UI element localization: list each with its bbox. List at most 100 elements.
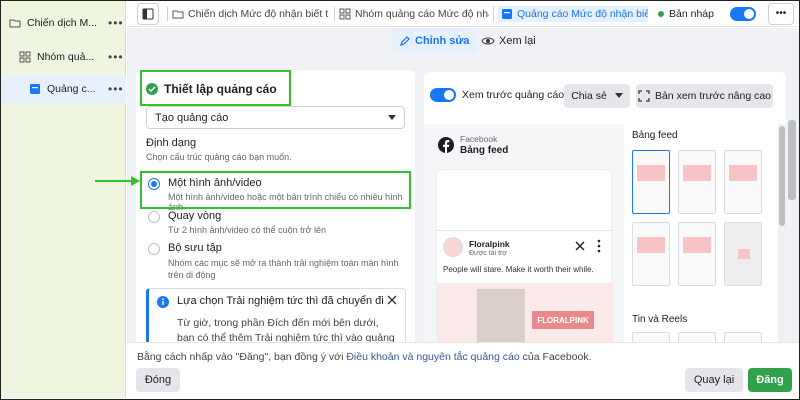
placement-thumb-2[interactable] — [678, 150, 716, 214]
nav-item-label: Quảng c... — [47, 83, 96, 95]
preview-canvas: Facebook Bảng feed Floralpink Được tài t… — [424, 124, 624, 342]
placement-thumb-5[interactable] — [678, 222, 716, 286]
breadcrumb-label: Nhóm quảng cáo Mức độ nhậ — [355, 7, 489, 20]
option-title: Bộ sưu tập — [168, 242, 222, 254]
terms-link[interactable]: Điều khoản và nguyên tắc quảng cáo — [346, 351, 519, 363]
creative-source-select[interactable]: Tạo quảng cáo — [146, 106, 405, 129]
format-option-carousel[interactable]: Quay vòng Từ 2 hình ảnh/video có thể cuộ… — [148, 210, 406, 235]
tab-edit[interactable]: Chỉnh sửa — [391, 29, 478, 53]
share-label: Chia sẻ — [571, 90, 607, 102]
feed-heading: Bảng feed — [632, 130, 678, 141]
tab-review[interactable]: Xem lại — [473, 29, 544, 53]
advanced-label: Bản xem trước nâng cao — [654, 90, 772, 102]
placement-thumb-1[interactable] — [632, 150, 670, 214]
breadcrumb-label: Chiến dịch Mức độ nhận biết t — [188, 7, 329, 20]
campaign-tree: Chiến dịch M... ••• Nhóm quả... ••• Quản… — [1, 1, 126, 398]
consent-text: Bằng cách nhấp vào "Đăng", bạn đồng ý vớ… — [137, 351, 592, 363]
scrollbar[interactable] — [778, 124, 786, 342]
notice-body: Từ giờ, trong phần Đích đến mới bên dưới… — [177, 317, 395, 344]
reels-thumb-3[interactable] — [724, 332, 762, 342]
more-vertical-icon[interactable] — [597, 239, 601, 253]
consent-prefix: Bằng cách nhấp vào "Đăng", bạn đồng ý vớ… — [137, 351, 347, 363]
expand-icon — [638, 90, 650, 102]
placement-header: Facebook Bảng feed — [438, 134, 508, 156]
ad-icon — [30, 84, 40, 94]
more-icon[interactable]: ••• — [108, 82, 126, 96]
footer-bar: Bằng cách nhấp vào "Đăng", bạn đồng ý vớ… — [127, 342, 799, 399]
more-options-button[interactable]: ••• — [767, 2, 794, 25]
arrow-right-icon — [95, 176, 140, 186]
more-icon[interactable]: ••• — [108, 16, 126, 30]
highlight-single-option — [140, 171, 411, 209]
close-icon[interactable] — [575, 241, 585, 251]
status-dot — [658, 10, 664, 17]
nav-item-label: Nhóm quả... — [37, 51, 95, 63]
toggle-sidebar-button[interactable] — [137, 2, 159, 25]
placement-thumb-4[interactable] — [632, 222, 670, 286]
post-text: People will stare. Make it worth their w… — [443, 265, 594, 274]
radio-collection[interactable] — [148, 243, 160, 255]
info-icon — [157, 296, 169, 308]
breadcrumb-label: Quảng cáo Mức độ nhận biết — [517, 7, 648, 20]
placements-list: Bảng feed Tin và Reels — [628, 124, 776, 342]
tab-label: Xem lại — [499, 35, 536, 47]
platform-label: Facebook — [460, 134, 498, 144]
product-photo — [477, 289, 525, 342]
nav-item-campaign[interactable]: Chiến dịch M... ••• — [1, 10, 126, 36]
share-button[interactable]: Chia sẻ — [564, 84, 630, 108]
breadcrumb-adset[interactable]: Nhóm quảng cáo Mức độ nhậ — [339, 8, 489, 20]
preview-toggle-row: Xem trước quảng cáo — [430, 88, 564, 102]
placement-thumb-6[interactable] — [724, 222, 762, 286]
nav-item-adset[interactable]: Nhóm quả... ••• — [1, 44, 126, 70]
facebook-icon — [438, 137, 454, 153]
grid-icon — [19, 51, 31, 63]
feed-post: Floralpink Được tài trợ · People will st… — [437, 230, 613, 342]
folder-icon — [9, 19, 21, 28]
option-desc: Từ 2 hình ảnh/video có thể cuộn trở lên — [168, 225, 327, 235]
reels-thumb-2[interactable] — [678, 332, 716, 342]
phone-mockup: Floralpink Được tài trợ · People will st… — [436, 169, 613, 342]
eye-icon — [481, 37, 495, 45]
placement-thumb-3[interactable] — [724, 150, 762, 214]
placement-label: Bảng feed — [460, 145, 509, 156]
notice-title: Lựa chọn Trải nghiệm tức thì đã chuyển đ… — [177, 295, 384, 307]
pencil-icon — [400, 36, 410, 46]
radio-carousel[interactable] — [148, 211, 160, 223]
campaign-toggle[interactable] — [729, 6, 756, 21]
nav-item-label: Chiến dịch M... — [27, 17, 98, 29]
breadcrumb-campaign[interactable]: Chiến dịch Mức độ nhận biết t — [172, 8, 330, 20]
reels-thumb-1[interactable] — [632, 332, 670, 342]
more-icon[interactable]: ••• — [108, 50, 126, 64]
mode-tabs: Chỉnh sửa Xem lại — [127, 28, 799, 56]
ad-preview-panel: Xem trước quảng cáo Chia sẻ Bản xem trướ… — [424, 72, 786, 342]
nav-item-ad[interactable]: Quảng c... ••• — [1, 75, 126, 103]
close-button[interactable]: Đóng — [136, 368, 180, 392]
preview-toggle[interactable] — [430, 88, 456, 102]
select-value: Tạo quảng cáo — [155, 111, 229, 124]
top-bar: Chiến dịch Mức độ nhận biết t Nhóm quảng… — [127, 1, 799, 27]
page-scrollbar[interactable] — [788, 120, 796, 200]
highlight-setup-title — [140, 70, 291, 106]
option-title: Quay vòng — [168, 210, 222, 222]
advanced-preview-button[interactable]: Bản xem trước nâng cao — [636, 84, 773, 108]
publish-button[interactable]: Đăng — [748, 368, 792, 392]
consent-suffix: của Facebook. — [519, 351, 592, 363]
page-name: Floralpink — [469, 239, 510, 249]
preview-toggle-label: Xem trước quảng cáo — [462, 89, 565, 101]
tab-label: Chỉnh sửa — [415, 35, 470, 47]
format-heading: Định dạng — [146, 137, 197, 149]
back-button[interactable]: Quay lại — [685, 368, 743, 392]
close-icon[interactable] — [387, 295, 397, 305]
sponsored-label: Được tài trợ · — [469, 250, 512, 257]
page-avatar — [443, 237, 463, 257]
format-option-collection[interactable]: Bộ sưu tập Nhóm các mục sẽ mở ra thành t… — [148, 242, 406, 281]
caret-down-icon — [614, 93, 623, 98]
reels-heading: Tin và Reels — [632, 314, 688, 325]
format-desc: Chọn cấu trúc quảng cáo bạn muốn. — [146, 152, 292, 162]
breadcrumb-ad[interactable]: Quảng cáo Mức độ nhận biết — [498, 5, 648, 22]
creative-image: FLORALPINK — [437, 283, 613, 342]
caret-down-icon — [388, 114, 396, 120]
banner-text: FLORALPINK — [532, 311, 594, 329]
option-desc: Nhóm các mục sẽ mở ra thành trải nghiệm … — [168, 258, 399, 280]
ad-icon — [502, 8, 512, 19]
